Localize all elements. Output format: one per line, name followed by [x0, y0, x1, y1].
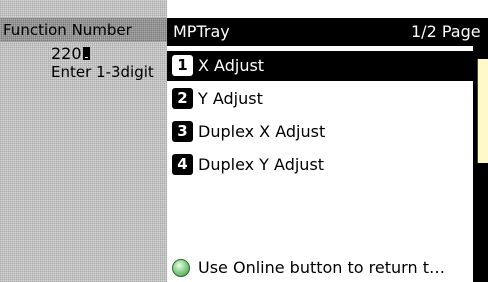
menu-item-duplex-x-adjust[interactable]: 3 Duplex X Adjust — [167, 117, 473, 147]
number-1-icon: 1 — [172, 55, 193, 76]
function-number-digits: 220 — [51, 44, 82, 63]
online-button-icon — [172, 259, 190, 277]
menu-item-y-adjust[interactable]: 2 Y Adjust — [167, 84, 473, 114]
menu-item-label: Duplex X Adjust — [198, 122, 326, 141]
dialog-title: MPTray — [173, 22, 230, 41]
online-return-text: Use Online button to return t… — [198, 258, 445, 277]
menu-item-label: X Adjust — [198, 56, 265, 75]
menu-item-label: Y Adjust — [198, 89, 263, 108]
function-number-header: Function Number — [0, 18, 167, 42]
function-number-hint: Enter 1-3digit — [51, 63, 154, 81]
text-cursor-icon — [82, 47, 90, 60]
menu-item-x-adjust[interactable]: 1 X Adjust — [167, 51, 473, 81]
online-return-hint: Use Online button to return t… — [167, 254, 473, 282]
scrollbar-thumb[interactable] — [477, 59, 488, 163]
menu-item-duplex-y-adjust[interactable]: 4 Duplex Y Adjust — [167, 150, 473, 180]
dialog-title-bar: MPTray 1/2 Page — [167, 18, 488, 46]
function-number-panel: Function Number 220 Enter 1-3digit — [0, 0, 167, 282]
number-2-icon: 2 — [172, 88, 193, 109]
menu-item-label: Duplex Y Adjust — [198, 155, 325, 174]
number-3-icon: 3 — [172, 121, 193, 142]
number-4-icon: 4 — [172, 154, 193, 175]
page-indicator: 1/2 Page — [411, 22, 481, 41]
mptray-dialog: MPTray 1/2 Page 1 X Adjust 2 Y Adjust 3 … — [167, 18, 488, 282]
function-number-value[interactable]: 220 — [51, 45, 90, 63]
